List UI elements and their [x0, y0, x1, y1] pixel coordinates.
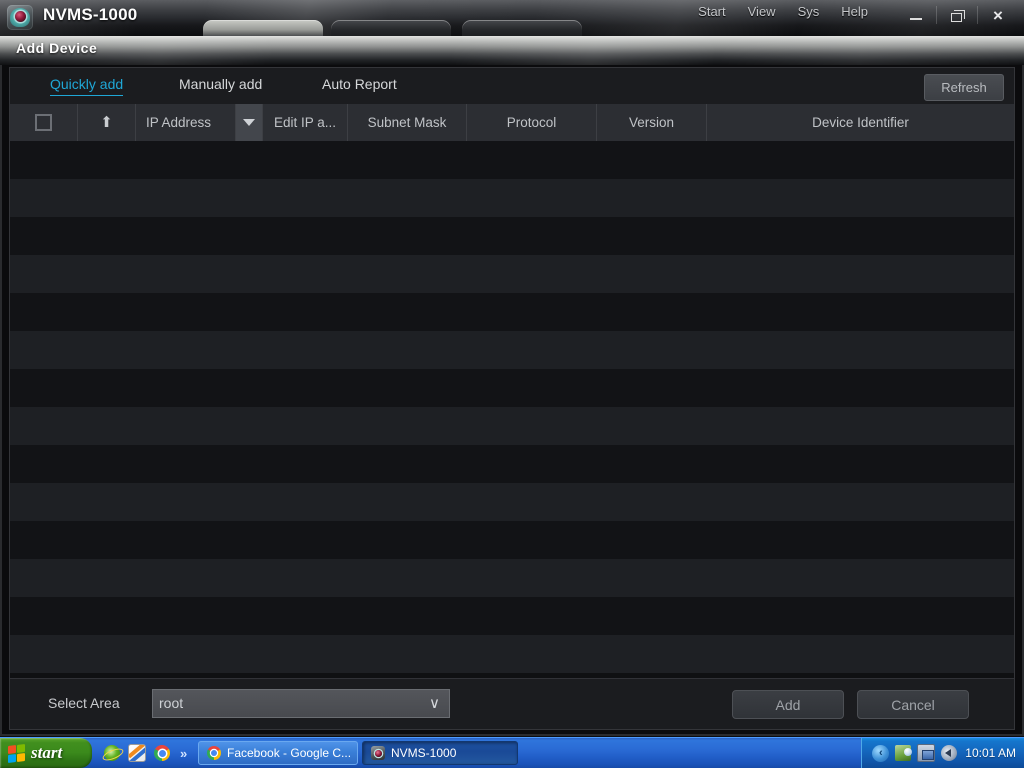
add-device-dialog: Add Device Quickly add Manually add Auto…	[0, 36, 1024, 736]
table-row[interactable]	[10, 217, 1014, 255]
table-header-device-identifier[interactable]: Device Identifier	[707, 104, 1014, 141]
safely-remove-hardware-icon[interactable]	[895, 745, 913, 761]
table-header-protocol[interactable]: Protocol	[467, 104, 597, 141]
refresh-button[interactable]: Refresh	[924, 74, 1004, 101]
app-menu-bar: Start View Sys Help	[698, 4, 868, 19]
cancel-button[interactable]: Cancel	[857, 690, 969, 719]
chrome-icon[interactable]	[154, 745, 170, 761]
volume-icon[interactable]	[941, 745, 958, 761]
windows-taskbar: start » Facebook - Google C... NVMS-1000…	[0, 737, 1024, 768]
dialog-content: Quickly add Manually add Auto Report Ref…	[9, 67, 1015, 730]
table-header-sort[interactable]: ⬆	[78, 104, 136, 141]
quick-launch-more-button[interactable]: »	[180, 746, 187, 761]
chevron-down-icon	[243, 119, 255, 126]
table-row[interactable]	[10, 407, 1014, 445]
chrome-icon	[207, 746, 221, 760]
tab-auto-report[interactable]: Auto Report	[322, 76, 397, 95]
table-header-select-all[interactable]	[10, 104, 78, 141]
menu-item-start[interactable]: Start	[698, 4, 725, 19]
minimize-button[interactable]	[896, 0, 936, 30]
table-row[interactable]	[10, 559, 1014, 597]
dialog-title: Add Device	[16, 40, 98, 56]
taskbar-task-chrome[interactable]: Facebook - Google C...	[198, 741, 358, 765]
camera-icon	[7, 5, 33, 30]
restore-button[interactable]	[937, 0, 977, 30]
background-tab-2[interactable]	[331, 20, 451, 36]
background-tab-1[interactable]	[203, 20, 323, 36]
window-controls: ×	[896, 0, 1018, 30]
table-header-version[interactable]: Version	[597, 104, 707, 141]
table-header-edit-ip-address[interactable]: Edit IP a...	[263, 104, 348, 141]
tab-manually-add[interactable]: Manually add	[179, 76, 262, 95]
taskbar-task-nvms-label: NVMS-1000	[391, 746, 457, 760]
device-table: ⬆ IP Address Edit IP a... Subnet Mask Pr…	[10, 104, 1014, 679]
table-row[interactable]	[10, 597, 1014, 635]
table-header-row: ⬆ IP Address Edit IP a... Subnet Mask Pr…	[10, 104, 1014, 142]
table-row[interactable]	[10, 483, 1014, 521]
tray-expand-button[interactable]: ‹	[872, 744, 890, 762]
select-area-dropdown[interactable]: root ∨	[152, 689, 450, 718]
camera-icon	[371, 746, 385, 760]
table-header-ip-address[interactable]: IP Address	[136, 104, 236, 141]
system-tray: ‹ 10:01 AM	[861, 738, 1024, 768]
start-button[interactable]: start	[0, 738, 92, 768]
internet-explorer-icon[interactable]	[104, 745, 120, 761]
table-row[interactable]	[10, 141, 1014, 179]
table-body	[10, 141, 1014, 679]
menu-item-view[interactable]: View	[748, 4, 776, 19]
app-title: NVMS-1000	[43, 5, 138, 24]
quick-launch-bar: »	[104, 738, 187, 768]
select-all-checkbox[interactable]	[35, 114, 52, 131]
taskbar-task-nvms[interactable]: NVMS-1000	[362, 741, 518, 765]
tab-quickly-add[interactable]: Quickly add	[50, 76, 124, 96]
network-connection-icon[interactable]	[917, 744, 936, 762]
background-tab-3[interactable]	[462, 20, 582, 36]
taskbar-task-chrome-label: Facebook - Google C...	[227, 746, 352, 760]
table-row[interactable]	[10, 255, 1014, 293]
select-area-label: Select Area	[48, 695, 120, 711]
table-row[interactable]	[10, 293, 1014, 331]
menu-item-sys[interactable]: Sys	[798, 4, 820, 19]
chevron-down-icon: ∨	[429, 695, 440, 712]
dialog-titlebar: Add Device	[0, 36, 1024, 65]
paint-icon[interactable]	[128, 744, 146, 762]
table-row[interactable]	[10, 635, 1014, 673]
table-row[interactable]	[10, 445, 1014, 483]
dialog-footer: Select Area root ∨ Add Cancel	[10, 678, 1014, 729]
start-button-label: start	[31, 743, 63, 762]
select-area-value: root	[159, 695, 184, 711]
table-header-subnet-mask[interactable]: Subnet Mask	[348, 104, 467, 141]
tray-clock[interactable]: 10:01 AM	[965, 746, 1016, 760]
dialog-tabstrip: Quickly add Manually add Auto Report Ref…	[10, 68, 1014, 105]
table-row[interactable]	[10, 331, 1014, 369]
minimize-icon	[910, 17, 922, 20]
ip-address-filter-button[interactable]	[236, 104, 263, 141]
screen: NVMS-1000 Start View Sys Help × Add Devi…	[0, 0, 1024, 768]
table-row[interactable]	[10, 369, 1014, 407]
restore-icon	[950, 9, 965, 22]
dialog-body: Quickly add Manually add Auto Report Ref…	[0, 65, 1024, 736]
windows-logo-icon	[8, 743, 25, 763]
app-titlebar: NVMS-1000 Start View Sys Help ×	[0, 0, 1024, 36]
sort-ascending-icon: ⬆	[100, 114, 113, 131]
menu-item-help[interactable]: Help	[841, 4, 868, 19]
close-icon: ×	[993, 5, 1003, 25]
table-row[interactable]	[10, 179, 1014, 217]
table-row[interactable]	[10, 521, 1014, 559]
close-button[interactable]: ×	[978, 0, 1018, 30]
add-button[interactable]: Add	[732, 690, 844, 719]
